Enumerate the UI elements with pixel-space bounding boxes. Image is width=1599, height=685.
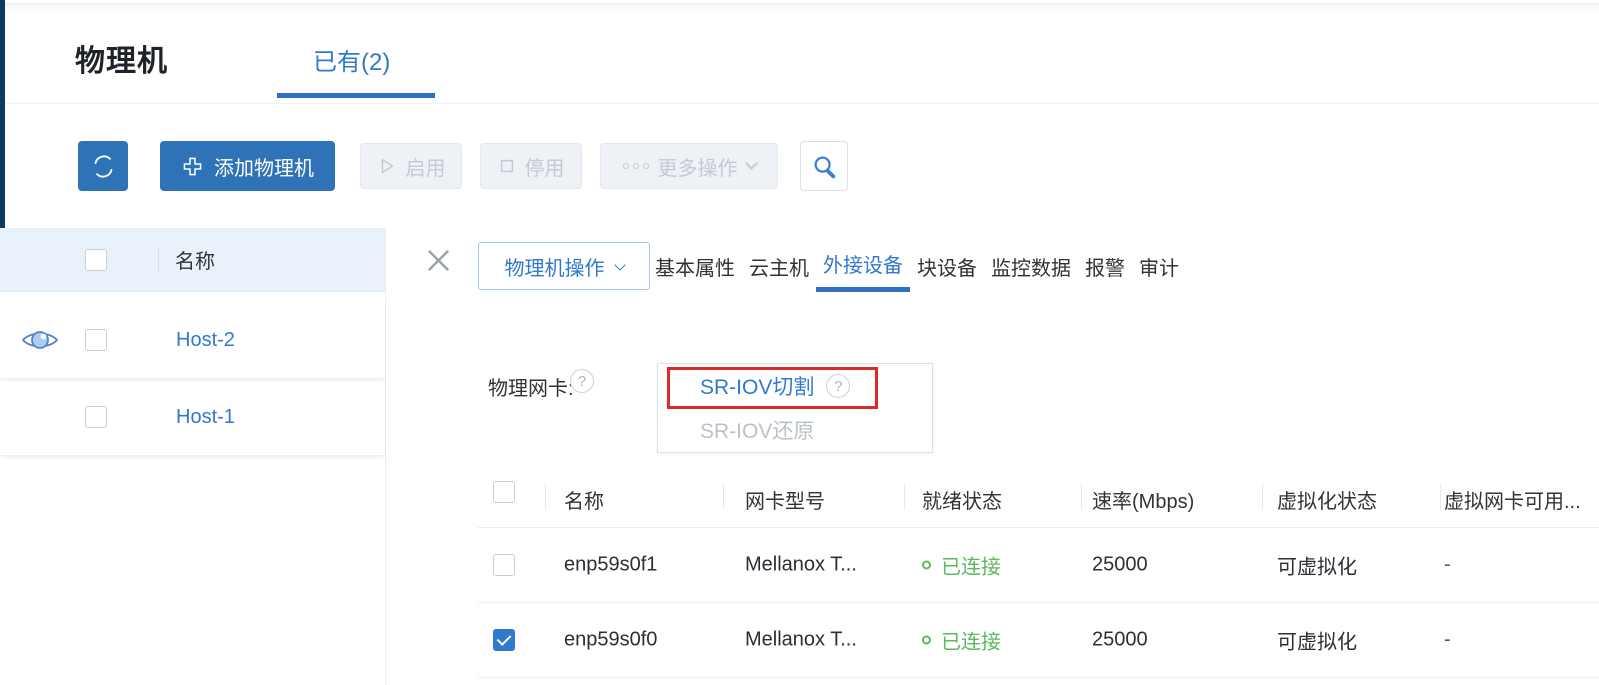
search-button[interactable] [800,141,848,191]
nic-vnic-available: - [1444,554,1451,577]
nic-speed: 25000 [1092,554,1148,577]
detail-tab-label: 云主机 [749,252,809,281]
detail-tabs: 基本属性 云主机 外接设备 块设备 监控数据 报警 [648,240,1186,292]
page-title: 物理机 [75,36,168,80]
plus-icon [181,155,204,178]
nic-column-header: 名称 [564,485,604,514]
header-divider [5,103,1599,104]
select-all-nics-checkbox[interactable] [493,481,515,503]
annotation-highlight-box [667,367,878,409]
nic-status-label: 已连接 [941,551,1001,580]
host-name-link[interactable]: Host-2 [176,329,235,352]
detail-tab-label: 基本属性 [655,252,735,281]
tab-existing[interactable]: 已有(2) [313,42,390,77]
help-glyph: ? [578,373,586,390]
top-gradient-band [5,3,1599,12]
nic-row-checkbox[interactable] [493,629,515,651]
detail-tab[interactable]: 报警 [1078,240,1132,292]
enable-label: 启用 [406,152,446,181]
nic-virtualization: 可虚拟化 [1277,626,1357,655]
host-actions-dropdown[interactable]: 物理机操作 [478,242,650,290]
host-row-checkbox[interactable] [85,406,107,428]
add-host-button[interactable]: 添加物理机 [160,141,335,191]
detail-tab[interactable]: 监控数据 [984,240,1078,292]
detail-tab[interactable]: 外接设备 [816,240,910,292]
detail-tab[interactable]: 审计 [1132,240,1186,292]
detail-tab-label: 块设备 [917,252,977,281]
more-actions-button[interactable]: 更多操作 [600,143,778,189]
nic-menu-item[interactable]: SR-IOV还原 ? [658,408,932,452]
nic-menu-item-label: SR-IOV还原 [700,415,814,445]
nic-row-checkbox[interactable] [493,554,515,576]
nic-status: 已连接 [922,626,1001,655]
nic-status-label: 已连接 [941,626,1001,655]
host-name-link[interactable]: Host-1 [176,406,235,429]
physical-machine-page: 物理机 已有(2) 添加物理机 启用 停用 更多操作 [0,0,1599,685]
more-dots-icon [623,163,649,169]
close-detail-icon[interactable] [424,246,452,274]
chevron-down-icon [745,157,758,170]
nic-column-header: 虚拟网卡可用... [1444,485,1581,514]
nic-virtualization: 可虚拟化 [1277,551,1357,580]
detail-tab-label: 外接设备 [823,249,903,278]
active-page-tab-underline [277,93,435,98]
host-row-checkbox[interactable] [85,329,107,351]
help-icon[interactable]: ? [570,369,594,393]
play-icon [377,156,397,176]
stop-icon [498,157,516,175]
select-all-hosts-checkbox[interactable] [85,249,107,271]
host-row[interactable]: Host-2 [0,302,385,379]
detail-tab-label: 报警 [1085,252,1125,281]
host-rows: Host-2 Host-1 [0,302,385,456]
detail-tab[interactable]: 基本属性 [648,240,742,292]
detail-tab[interactable]: 云主机 [742,240,816,292]
disable-label: 停用 [525,152,565,181]
nic-vnic-available: - [1444,629,1451,652]
name-column-header: 名称 [175,245,215,274]
search-icon [811,153,838,180]
add-host-label: 添加物理机 [214,152,314,181]
detail-tab-label: 监控数据 [991,252,1071,281]
host-list-header: 名称 [0,228,385,291]
host-list-panel: 名称 Host-2 [0,228,386,685]
header-separator [158,247,159,273]
nic-table: 名称 网卡型号 就绪状态 速率(Mbps) 虚拟化状态 虚拟网卡可用... en… [478,466,1599,678]
nic-model: Mellanox T... [745,629,857,652]
status-dot-icon [922,636,931,645]
nic-column-header: 虚拟化状态 [1277,485,1377,514]
nic-name: enp59s0f1 [564,554,657,577]
nic-status: 已连接 [922,551,1001,580]
detail-tab[interactable]: 块设备 [910,240,984,292]
nic-table-header: 名称 网卡型号 就绪状态 速率(Mbps) 虚拟化状态 虚拟网卡可用... [478,466,1599,528]
host-row[interactable]: Host-1 [0,379,385,456]
viewing-eye-icon [21,327,59,353]
status-dot-icon [922,561,931,570]
chevron-down-icon [614,259,625,270]
refresh-icon [90,153,117,180]
more-actions-label: 更多操作 [658,152,738,181]
nic-column-header: 网卡型号 [745,485,825,514]
detail-tab-label: 审计 [1139,252,1179,281]
nic-row[interactable]: enp59s0f0 Mellanox T... 已连接 25000 可虚拟化 - [478,603,1599,678]
nic-column-header: 就绪状态 [922,485,1002,514]
disable-button[interactable]: 停用 [480,143,582,189]
enable-button[interactable]: 启用 [360,143,462,189]
refresh-button[interactable] [78,141,128,191]
nic-model: Mellanox T... [745,554,857,577]
nic-column-header: 速率(Mbps) [1092,485,1194,514]
physical-nic-label: 物理网卡: [488,372,574,401]
host-actions-label: 物理机操作 [505,252,605,281]
nic-row[interactable]: enp59s0f1 Mellanox T... 已连接 25000 可虚拟化 - [478,528,1599,603]
nic-speed: 25000 [1092,629,1148,652]
nic-name: enp59s0f0 [564,629,657,652]
